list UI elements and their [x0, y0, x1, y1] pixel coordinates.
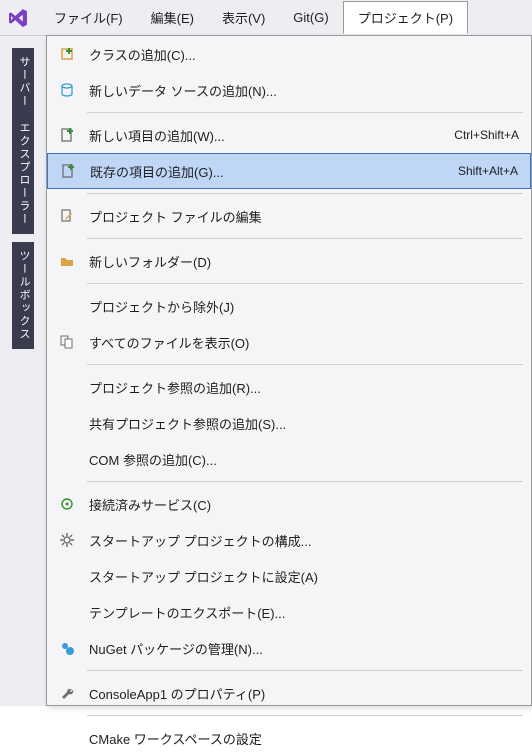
menu-item-label: 既存の項目の追加(G)...	[82, 162, 458, 181]
menu-item[interactable]: 新しい項目の追加(W)...Ctrl+Shift+A	[47, 117, 531, 153]
menu-separator	[87, 364, 523, 365]
new-item-icon	[53, 127, 81, 143]
menu-item[interactable]: CMake ワークスペースの設定	[47, 720, 531, 756]
visual-studio-logo-icon	[4, 4, 32, 32]
menu-item-label: スタートアップ プロジェクトの構成...	[81, 531, 519, 550]
menu-edit[interactable]: 編集(E)	[137, 2, 208, 33]
connected-service-icon	[53, 496, 81, 512]
menubar: ファイル(F) 編集(E) 表示(V) Git(G) プロジェクト(P)	[0, 0, 532, 36]
menu-separator	[87, 238, 523, 239]
menu-project[interactable]: プロジェクト(P)	[343, 1, 468, 34]
menu-item[interactable]: 新しいデータ ソースの追加(N)...	[47, 72, 531, 108]
menu-item[interactable]: クラスの追加(C)...	[47, 36, 531, 72]
menu-item-label: スタートアップ プロジェクトに設定(A)	[81, 567, 519, 586]
menu-item-label: プロジェクトから除外(J)	[81, 297, 519, 316]
menu-item-label: テンプレートのエクスポート(E)...	[81, 603, 519, 622]
menu-item[interactable]: COM 参照の追加(C)...	[47, 441, 531, 477]
edit-file-icon	[53, 208, 81, 224]
nuget-icon	[53, 640, 81, 656]
menu-item[interactable]: すべてのファイルを表示(O)	[47, 324, 531, 360]
menu-git[interactable]: Git(G)	[279, 4, 342, 31]
menu-file[interactable]: ファイル(F)	[40, 2, 137, 33]
sidebar-tab-toolbox[interactable]: ツールボックス	[12, 242, 34, 349]
new-folder-icon	[53, 253, 81, 269]
menu-item[interactable]: プロジェクトから除外(J)	[47, 288, 531, 324]
menu-item[interactable]: 新しいフォルダー(D)	[47, 243, 531, 279]
menu-item-label: ConsoleApp1 のプロパティ(P)	[81, 684, 519, 703]
menu-item-label: 新しいデータ ソースの追加(N)...	[81, 81, 519, 100]
menu-item-label: プロジェクト参照の追加(R)...	[81, 378, 519, 397]
menu-item[interactable]: プロジェクト参照の追加(R)...	[47, 369, 531, 405]
menu-separator	[87, 481, 523, 482]
menu-item-label: 新しい項目の追加(W)...	[81, 126, 454, 145]
wrench-icon	[53, 685, 81, 701]
menu-item-label: NuGet パッケージの管理(N)...	[81, 639, 519, 658]
menu-item[interactable]: スタートアップ プロジェクトに設定(A)	[47, 558, 531, 594]
menu-separator	[87, 112, 523, 113]
menu-item-shortcut: Shift+Alt+A	[458, 164, 518, 178]
project-dropdown-menu: クラスの追加(C)... 新しいデータ ソースの追加(N)... 新しい項目の追加(…	[46, 35, 532, 706]
menu-view[interactable]: 表示(V)	[208, 2, 279, 33]
sidebar-tab-server-explorer[interactable]: サーバー エクスプローラー	[12, 48, 34, 234]
menu-item-label: CMake ワークスペースの設定	[81, 729, 519, 748]
menu-item[interactable]: テンプレートのエクスポート(E)...	[47, 594, 531, 630]
menu-item[interactable]: NuGet パッケージの管理(N)...	[47, 630, 531, 666]
menu-item[interactable]: 接続済みサービス(C)	[47, 486, 531, 522]
show-all-icon	[53, 334, 81, 350]
menu-item-label: クラスの追加(C)...	[81, 45, 519, 64]
data-source-icon	[53, 82, 81, 98]
menu-separator	[87, 670, 523, 671]
existing-item-icon	[54, 163, 82, 179]
menu-item-label: COM 参照の追加(C)...	[81, 450, 519, 469]
menu-separator	[87, 715, 523, 716]
menu-item-label: 接続済みサービス(C)	[81, 495, 519, 514]
menu-item[interactable]: プロジェクト ファイルの編集	[47, 198, 531, 234]
menu-item-shortcut: Ctrl+Shift+A	[454, 128, 519, 142]
menu-item[interactable]: スタートアップ プロジェクトの構成...	[47, 522, 531, 558]
menu-separator	[87, 193, 523, 194]
menu-item[interactable]: 既存の項目の追加(G)...Shift+Alt+A	[47, 153, 531, 189]
menu-item-label: 共有プロジェクト参照の追加(S)...	[81, 414, 519, 433]
menu-item-label: 新しいフォルダー(D)	[81, 252, 519, 271]
menu-item[interactable]: 共有プロジェクト参照の追加(S)...	[47, 405, 531, 441]
menu-separator	[87, 283, 523, 284]
left-strip: サーバー エクスプローラー ツールボックス	[0, 36, 46, 706]
gear-icon	[53, 532, 81, 548]
menu-item-label: プロジェクト ファイルの編集	[81, 207, 519, 226]
menu-item-label: すべてのファイルを表示(O)	[81, 333, 519, 352]
add-class-icon	[53, 46, 81, 62]
